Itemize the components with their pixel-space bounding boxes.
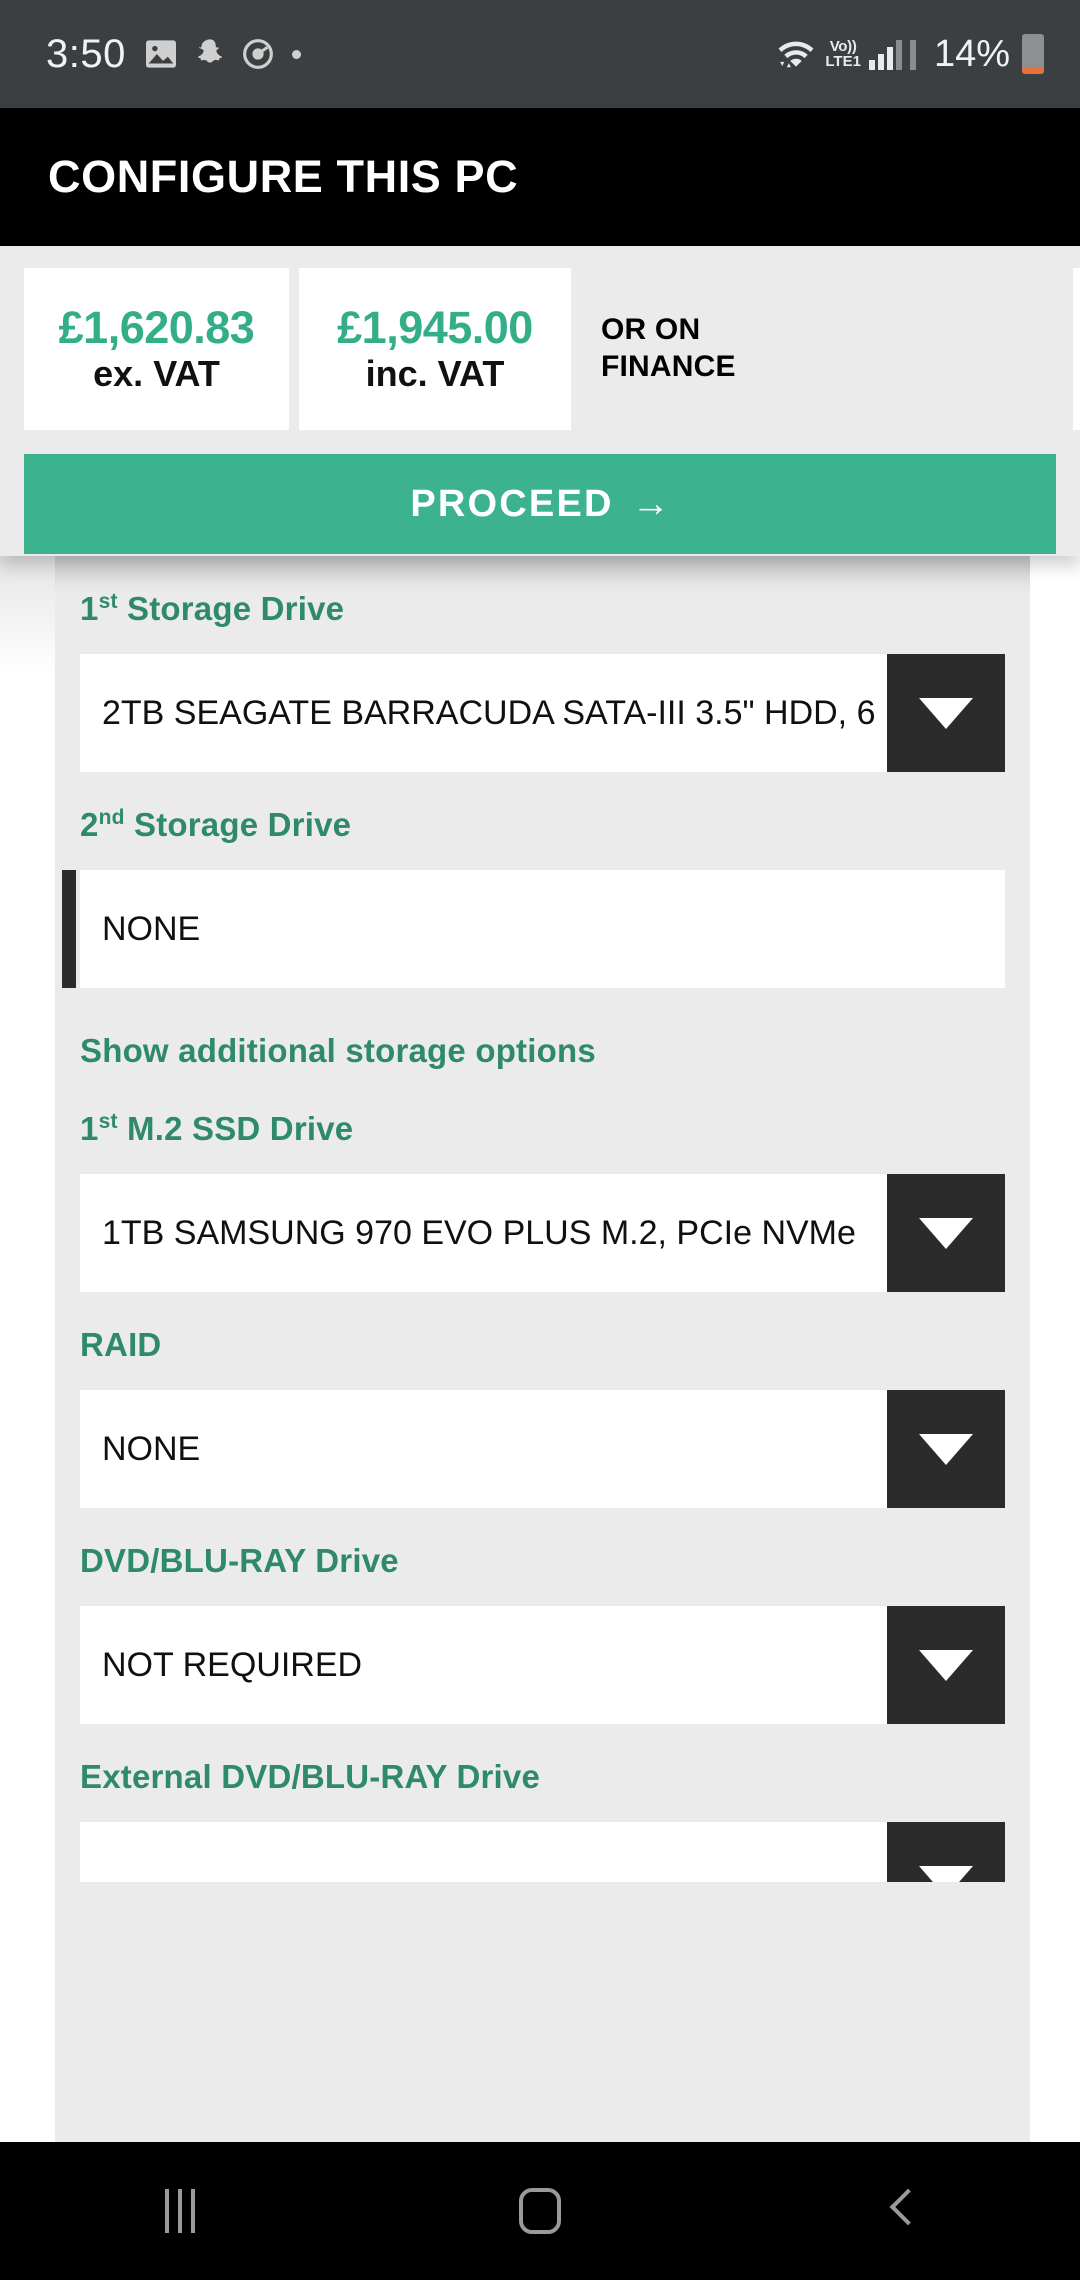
select-raid[interactable]: NONE <box>80 1390 1005 1508</box>
back-icon <box>887 2189 913 2233</box>
status-bar-left: 3:50 <box>46 32 301 77</box>
select-1st-storage-drive[interactable]: 2TB SEAGATE BARRACUDA SATA-III 3.5" HDD,… <box>80 654 1005 772</box>
select-1st-m2-ssd-drive[interactable]: 1TB SAMSUNG 970 EVO PLUS M.2, PCIe NVMe <box>80 1174 1005 1292</box>
home-button[interactable] <box>440 2142 640 2280</box>
signal-bars-secondary-icon <box>909 38 916 70</box>
recents-icon <box>165 2189 195 2233</box>
select-1st-m2-ssd-drive-value: 1TB SAMSUNG 970 EVO PLUS M.2, PCIe NVMe <box>102 1213 856 1252</box>
price-card-inc-vat: £1,945.00 inc. VAT <box>299 268 571 430</box>
signal-bars-icon <box>868 38 902 70</box>
android-nav-bar <box>0 2142 1080 2280</box>
chevron-down-icon[interactable] <box>887 654 1005 772</box>
arrow-right-icon: → <box>631 482 670 525</box>
option-group-dvd-bluray-drive: DVD/BLU-RAY Drive NOT REQUIRED <box>55 1508 1030 1724</box>
snapchat-icon <box>196 38 224 70</box>
clock-alarm-icon <box>242 38 274 70</box>
option-group-2nd-storage-drive: 2nd Storage Drive NONE <box>55 772 1030 988</box>
price-ex-vat-label: ex. VAT <box>93 353 220 395</box>
option-label-dvd-bluray-drive: DVD/BLU-RAY Drive <box>80 1542 399 1579</box>
proceed-button-label: PROCEED <box>410 482 614 525</box>
sticky-summary-bar: £1,620.83 ex. VAT £1,945.00 inc. VAT OR … <box>0 246 1080 556</box>
price-inc-vat-value: £1,945.00 <box>337 301 533 353</box>
select-2nd-storage-drive-value: NONE <box>102 909 201 948</box>
finance-note: OR ON FINANCE <box>581 268 821 430</box>
battery-low-icon <box>1022 34 1044 74</box>
chevron-down-icon[interactable] <box>887 1606 1005 1724</box>
chevron-down-icon[interactable] <box>887 1822 1005 1882</box>
price-card-finance: £62.65 p/m <box>1073 268 1080 430</box>
option-label-1st-m2-ssd-drive: 1st M.2 SSD Drive <box>80 1110 354 1147</box>
back-button[interactable] <box>800 2142 1000 2280</box>
select-1st-storage-drive-value: 2TB SEAGATE BARRACUDA SATA-III 3.5" HDD,… <box>102 693 876 732</box>
option-label-2nd-storage-drive: 2nd Storage Drive <box>80 806 352 843</box>
status-bar: 3:50 Vo)) LTE1 14% <box>0 0 1080 108</box>
select-external-dvd-bluray-drive-value <box>80 1822 887 1882</box>
option-group-1st-m2-ssd-drive: 1st M.2 SSD Drive 1TB SAMSUNG 970 EVO PL… <box>55 1076 1030 1292</box>
option-label-raid: RAID <box>80 1326 162 1363</box>
option-group-1st-storage-drive: 1st Storage Drive 2TB SEAGATE BARRACUDA … <box>55 556 1030 772</box>
price-ex-vat-value: £1,620.83 <box>58 301 255 353</box>
show-additional-storage-options-wrapper: Show additional storage options <box>55 988 1030 1076</box>
option-group-external-dvd-bluray-drive: External DVD/BLU-RAY Drive <box>55 1724 1030 1882</box>
wifi-icon <box>775 35 817 73</box>
finance-note-line1: OR ON <box>601 313 701 347</box>
status-bar-clock: 3:50 <box>46 31 126 76</box>
option-label-external-dvd-bluray-drive: External DVD/BLU-RAY Drive <box>80 1758 541 1795</box>
select-external-dvd-bluray-drive-clipped <box>80 1822 1030 1882</box>
scroll-shadow-left <box>0 556 58 676</box>
configurator-scroll-area[interactable]: 1st Storage Drive 2TB SEAGATE BARRACUDA … <box>0 556 1080 2142</box>
status-bar-right: Vo)) LTE1 14% <box>775 33 1044 76</box>
chevron-down-icon[interactable] <box>887 1174 1005 1292</box>
price-card-ex-vat: £1,620.83 ex. VAT <box>24 268 289 430</box>
select-raid-value: NONE <box>102 1429 201 1468</box>
dot-icon <box>291 49 301 59</box>
show-additional-storage-options-link[interactable]: Show additional storage options <box>80 988 1030 1076</box>
proceed-button[interactable]: PROCEED → <box>24 454 1056 554</box>
option-label-1st-storage-drive: 1st Storage Drive <box>80 590 345 627</box>
finance-note-line2: FINANCE <box>601 350 736 383</box>
recents-button[interactable] <box>80 2142 280 2280</box>
option-group-raid: RAID NONE <box>55 1292 1030 1508</box>
chevron-down-icon[interactable] <box>887 1390 1005 1508</box>
select-external-dvd-bluray-drive[interactable] <box>80 1822 1005 1882</box>
page-header: CONFIGURE THIS PC <box>0 108 1080 246</box>
volte-indicator: Vo)) LTE1 <box>825 38 861 70</box>
gallery-icon <box>144 39 178 69</box>
battery-percent-label: 14% <box>933 32 1010 75</box>
configurator-panel: 1st Storage Drive 2TB SEAGATE BARRACUDA … <box>55 556 1030 2142</box>
price-inc-vat-label: inc. VAT <box>365 353 505 395</box>
select-2nd-storage-drive[interactable]: NONE <box>62 870 1005 988</box>
page-title: CONFIGURE THIS PC <box>48 151 519 202</box>
price-row: £1,620.83 ex. VAT £1,945.00 inc. VAT OR … <box>0 246 1080 430</box>
select-dvd-bluray-drive-value: NOT REQUIRED <box>102 1645 363 1684</box>
home-icon <box>519 2188 561 2234</box>
phone-screen: 3:50 Vo)) LTE1 14% CONFIGURE THIS PC £1,… <box>0 0 1080 2280</box>
select-dvd-bluray-drive[interactable]: NOT REQUIRED <box>80 1606 1005 1724</box>
